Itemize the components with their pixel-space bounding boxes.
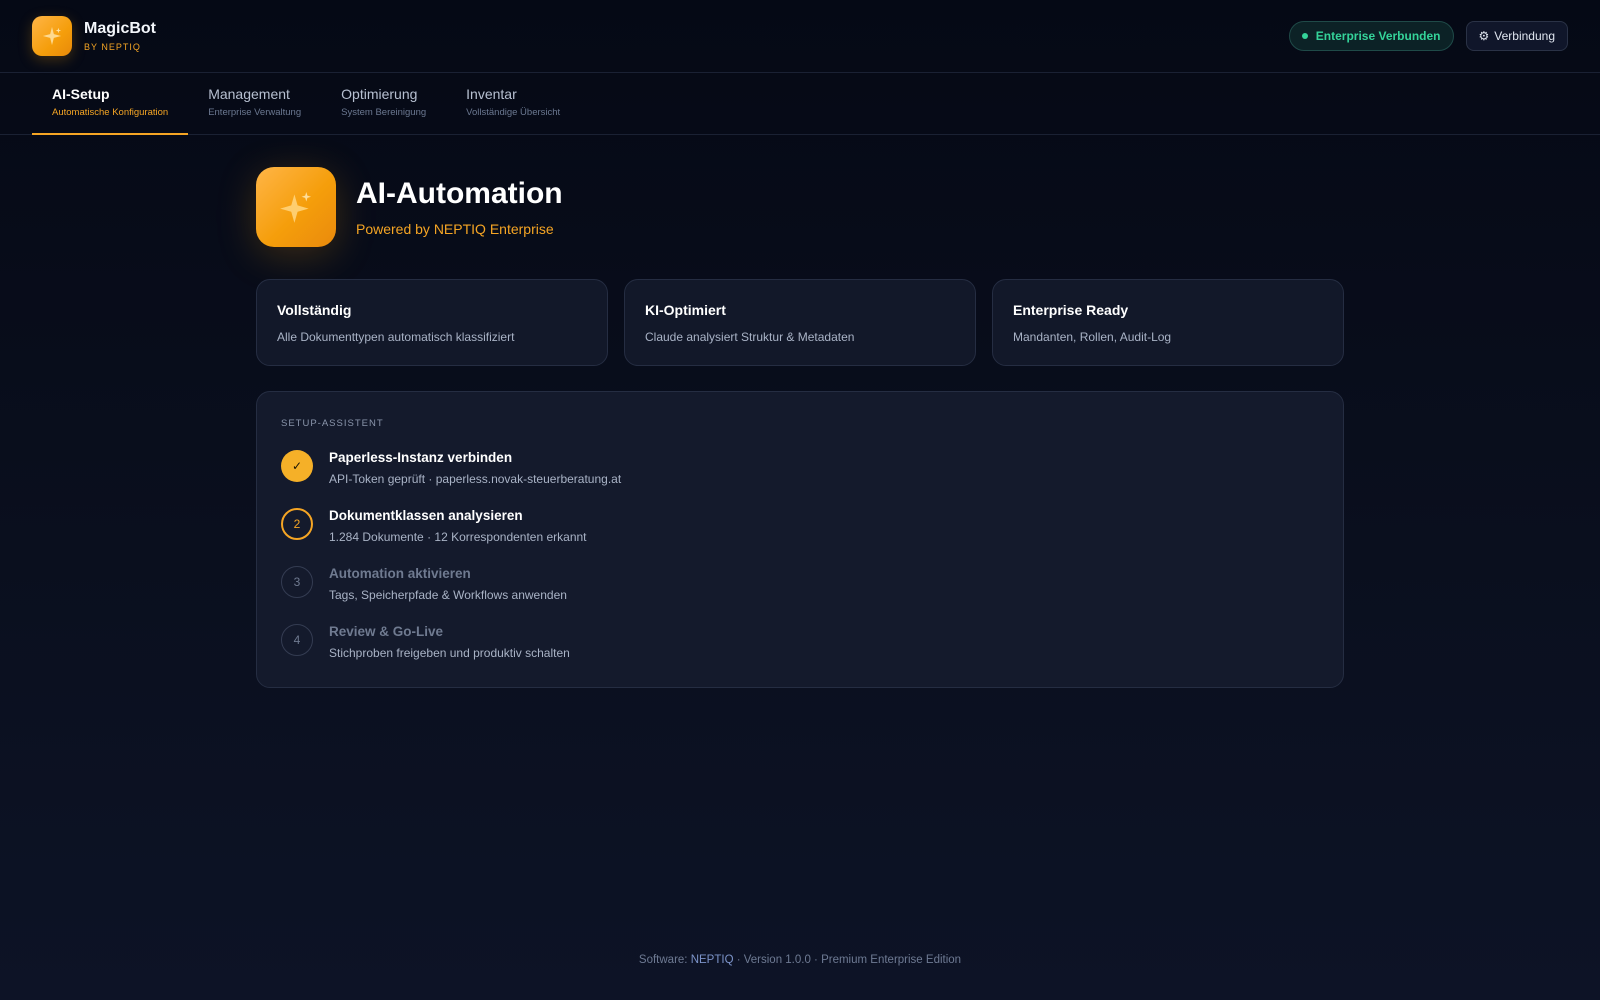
connection-status-badge[interactable]: Enterprise Verbunden [1288, 21, 1454, 51]
tab-ai-setup[interactable]: AI-Setup Automatische Konfiguration [32, 73, 189, 135]
tab-subtitle: Automatische Konfiguration [52, 107, 169, 118]
brand-logo [32, 16, 72, 56]
hero-logo [256, 167, 336, 247]
step-check-icon: ✓ [281, 450, 313, 482]
setup-step-activate[interactable]: 3 Automation aktivieren Tags, Speicherpf… [281, 565, 1319, 623]
step-number-badge: 4 [281, 624, 313, 656]
footer-vendor-link[interactable]: NEPTIQ [691, 954, 734, 966]
header-actions: Enterprise Verbunden ⚙ Verbindung [1288, 21, 1568, 51]
feature-title: KI-Optimiert [645, 302, 726, 318]
hero-text: AI-Automation Powered by NEPTIQ Enterpri… [356, 177, 563, 237]
tab-label: Inventar [466, 86, 517, 102]
feature-title: Enterprise Ready [1013, 302, 1129, 318]
app-byline: BY NEPTIQ [84, 42, 141, 52]
main-tabs: AI-Setup Automatische Konfiguration Mana… [0, 73, 1600, 135]
connection-button[interactable]: ⚙ Verbindung [1465, 21, 1568, 51]
tab-subtitle: Vollständige Übersicht [466, 107, 561, 118]
setup-step-analyze[interactable]: 2 Dokumentklassen analysieren 1.284 Doku… [281, 507, 1319, 565]
step-description: API-Token geprüft · paperless.novak-steu… [329, 472, 622, 486]
top-header: MagicBot BY NEPTIQ Enterprise Verbunden … [0, 0, 1600, 73]
tab-inventar[interactable]: Inventar Vollständige Übersicht [446, 73, 580, 134]
setup-assistant-panel: SETUP-ASSISTENT ✓ Paperless-Instanz verb… [256, 391, 1344, 688]
step-text: Dokumentklassen analysieren 1.284 Dokume… [329, 507, 587, 544]
step-description: Stichproben freigeben und produktiv scha… [329, 646, 570, 660]
feature-description: Claude analysiert Struktur & Metadaten [645, 330, 855, 344]
feature-description: Alle Dokumenttypen automatisch klassifiz… [277, 330, 515, 344]
brand-text: MagicBot BY NEPTIQ [84, 20, 156, 52]
step-text: Paperless-Instanz verbinden API-Token ge… [329, 449, 621, 486]
feature-description: Mandanten, Rollen, Audit-Log [1013, 330, 1172, 344]
feature-cards: Vollständig Alle Dokumenttypen automatis… [256, 279, 1344, 366]
sparkle-icon [280, 191, 312, 223]
tab-label: Management [208, 86, 290, 102]
step-title: Automation aktivieren [329, 566, 471, 581]
feature-card: Enterprise Ready Mandanten, Rollen, Audi… [992, 279, 1344, 366]
tab-label: Optimierung [341, 86, 418, 102]
app-name: MagicBot [84, 20, 156, 37]
main-content: AI-Automation Powered by NEPTIQ Enterpri… [256, 167, 1344, 688]
tab-subtitle: Enterprise Verwaltung [208, 107, 302, 118]
app-root: MagicBot BY NEPTIQ Enterprise Verbunden … [0, 0, 1600, 1000]
step-title: Review & Go-Live [329, 624, 444, 639]
step-number-badge: 3 [281, 566, 313, 598]
tab-optimierung[interactable]: Optimierung System Bereinigung [321, 73, 446, 134]
step-title: Paperless-Instanz verbinden [329, 450, 513, 465]
setup-heading: SETUP-ASSISTENT [281, 418, 384, 429]
connection-button-label: Verbindung [1494, 29, 1555, 43]
step-description: 1.284 Dokumente · 12 Korrespondenten erk… [329, 530, 587, 544]
feature-card: Vollständig Alle Dokumenttypen automatis… [256, 279, 608, 366]
footer-version: · Version 1.0.0 · Premium Enterprise Edi… [733, 954, 962, 966]
setup-steps: ✓ Paperless-Instanz verbinden API-Token … [281, 449, 1319, 681]
page-title: AI-Automation [356, 177, 563, 210]
tab-label: AI-Setup [52, 86, 110, 102]
tab-subtitle: System Bereinigung [341, 107, 427, 118]
tab-management[interactable]: Management Enterprise Verwaltung [188, 73, 321, 134]
status-dot-icon [1301, 33, 1308, 39]
step-text: Review & Go-Live Stichproben freigeben u… [329, 623, 570, 660]
hero: AI-Automation Powered by NEPTIQ Enterpri… [256, 167, 1344, 247]
step-text: Automation aktivieren Tags, Speicherpfad… [329, 565, 567, 602]
footer-prefix: Software: [638, 954, 691, 966]
setup-step-golive[interactable]: 4 Review & Go-Live Stichproben freigeben… [281, 623, 1319, 681]
step-title: Dokumentklassen analysieren [329, 508, 523, 523]
gear-icon: ⚙ [1478, 29, 1490, 43]
sparkle-icon [42, 26, 62, 46]
page-subtitle: Powered by NEPTIQ Enterprise [356, 221, 554, 237]
setup-step-connect[interactable]: ✓ Paperless-Instanz verbinden API-Token … [281, 449, 1319, 507]
footer: Software: NEPTIQ · Version 1.0.0 · Premi… [0, 954, 1600, 966]
step-number-badge: 2 [281, 508, 313, 540]
feature-card: KI-Optimiert Claude analysiert Struktur … [624, 279, 976, 366]
status-label: Enterprise Verbunden [1315, 29, 1441, 43]
feature-title: Vollständig [277, 302, 352, 318]
brand[interactable]: MagicBot BY NEPTIQ [32, 16, 156, 56]
step-description: Tags, Speicherpfade & Workflows anwenden [329, 588, 567, 602]
